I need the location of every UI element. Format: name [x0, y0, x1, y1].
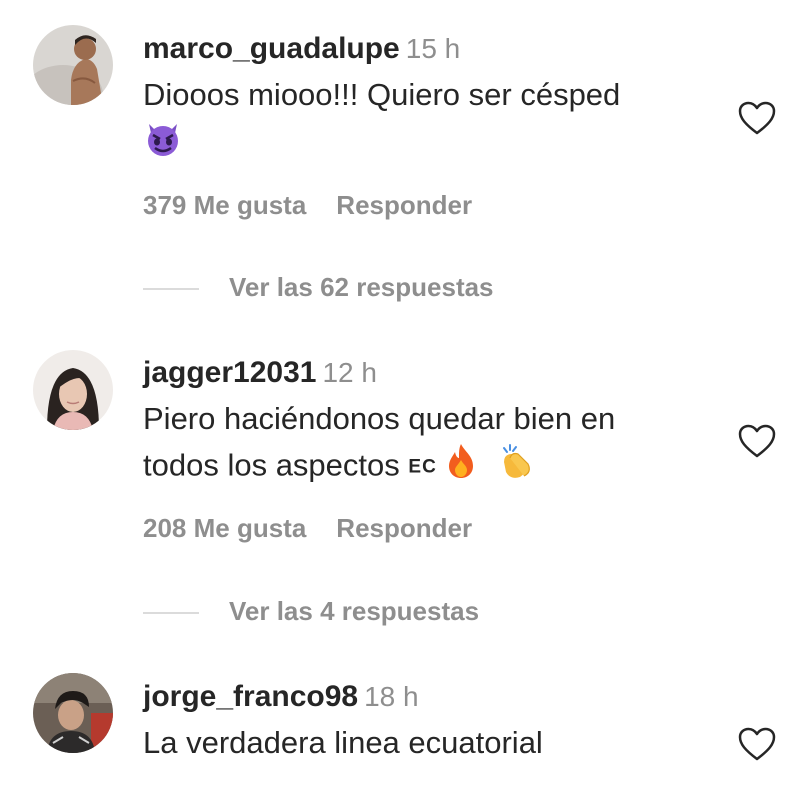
username[interactable]: marco_guadalupe [143, 32, 400, 65]
heart-outline-icon[interactable] [737, 423, 777, 459]
comment-body: Diooos miooo!!! Quiero ser césped [143, 77, 621, 112]
comment-body: La verdadera linea ecuatorial [143, 725, 543, 760]
timestamp[interactable]: 15 h [406, 33, 461, 64]
avatar[interactable] [33, 350, 113, 430]
comment-text: Piero haciéndonos quedar bien en todos l… [143, 396, 713, 493]
smiling-face-with-horns-emoji [143, 118, 183, 171]
reply-button[interactable]: Responder [336, 190, 472, 220]
comment-actions: 208 Me gusta Responder [143, 513, 472, 544]
view-replies-label: Ver las 4 respuestas [229, 596, 480, 626]
comment-body-line-2: todos los aspectos [143, 447, 400, 483]
comment-header: jorge_franco98 18 h [143, 680, 419, 714]
comment-body-line-1: Piero haciéndonos quedar bien en [143, 401, 616, 436]
comment-header: jagger12031 12 h [143, 356, 377, 390]
clapping-hands-emoji [498, 442, 534, 493]
likes-count[interactable]: 379 Me gusta [143, 190, 306, 220]
comment-text: La verdadera linea ecuatorial [143, 720, 713, 766]
timestamp[interactable]: 12 h [322, 357, 377, 388]
comment-actions: 379 Me gusta Responder [143, 190, 472, 221]
view-replies-button[interactable]: Ver las 4 respuestas [143, 596, 479, 627]
flag-ecuador-label: EC [408, 456, 437, 478]
comment-text: Diooos miooo!!! Quiero ser césped [143, 72, 713, 171]
username[interactable]: jorge_franco98 [143, 680, 358, 713]
view-replies-label: Ver las 62 respuestas [229, 272, 494, 302]
timestamp[interactable]: 18 h [364, 681, 419, 712]
divider-line [143, 612, 199, 615]
avatar[interactable] [33, 25, 113, 105]
heart-outline-icon[interactable] [737, 726, 777, 762]
fire-emoji [445, 442, 477, 493]
reply-button[interactable]: Responder [336, 513, 472, 543]
comment-header: marco_guadalupe 15 h [143, 32, 460, 66]
view-replies-button[interactable]: Ver las 62 respuestas [143, 272, 494, 303]
username[interactable]: jagger12031 [143, 356, 316, 389]
heart-outline-icon[interactable] [737, 100, 777, 136]
avatar[interactable] [33, 673, 113, 753]
likes-count[interactable]: 208 Me gusta [143, 513, 306, 543]
divider-line [143, 288, 199, 291]
